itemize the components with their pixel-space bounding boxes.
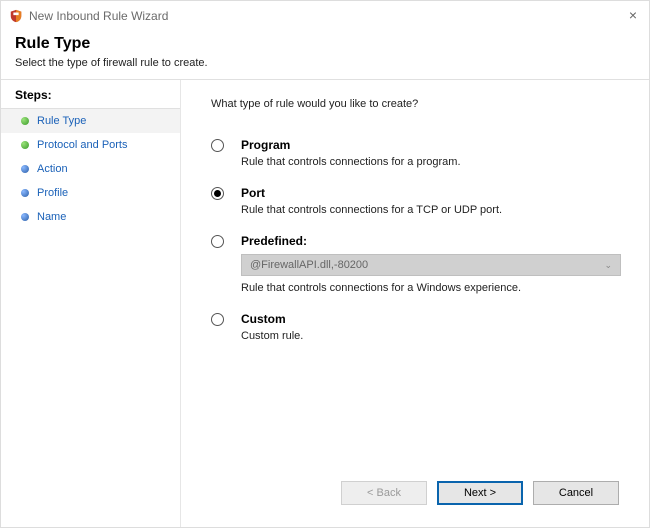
option-port[interactable]: Port Rule that controls connections for … — [211, 186, 625, 216]
cancel-button[interactable]: Cancel — [533, 481, 619, 505]
window-title: New Inbound Rule Wizard — [29, 9, 168, 23]
step-label: Action — [37, 163, 68, 175]
option-title: Port — [241, 186, 625, 200]
wizard-footer: < Back Next > Cancel — [211, 471, 625, 515]
option-desc: Rule that controls connections for a pro… — [241, 156, 625, 168]
option-custom[interactable]: Custom Custom rule. — [211, 312, 625, 342]
step-profile[interactable]: Profile — [1, 181, 180, 205]
wizard-header: Rule Type Select the type of firewall ru… — [1, 31, 649, 79]
chevron-down-icon: ⌄ — [604, 260, 612, 271]
page-title: Rule Type — [15, 35, 635, 53]
step-label: Protocol and Ports — [37, 139, 128, 151]
page-subtitle: Select the type of firewall rule to crea… — [15, 57, 635, 69]
option-desc: Rule that controls connections for a TCP… — [241, 204, 625, 216]
radio-predefined[interactable] — [211, 235, 224, 248]
option-title: Program — [241, 138, 625, 152]
option-desc: Custom rule. — [241, 330, 625, 342]
step-action[interactable]: Action — [1, 157, 180, 181]
option-title: Custom — [241, 312, 625, 326]
steps-sidebar: Steps: Rule Type Protocol and Ports Acti… — [1, 80, 181, 527]
shield-icon — [9, 9, 23, 23]
prompt-text: What type of rule would you like to crea… — [211, 98, 625, 110]
radio-program[interactable] — [211, 139, 224, 152]
wizard-body: Steps: Rule Type Protocol and Ports Acti… — [1, 80, 649, 527]
step-label: Profile — [37, 187, 68, 199]
step-name[interactable]: Name — [1, 205, 180, 229]
option-predefined[interactable]: Predefined: @FirewallAPI.dll,-80200 ⌄ Ru… — [211, 234, 625, 294]
radio-port[interactable] — [211, 187, 224, 200]
content-pane: What type of rule would you like to crea… — [181, 80, 649, 527]
option-title: Predefined: — [241, 234, 625, 248]
step-rule-type[interactable]: Rule Type — [1, 109, 180, 133]
close-icon[interactable]: × — [629, 7, 637, 23]
option-desc: Rule that controls connections for a Win… — [241, 282, 625, 294]
step-label: Rule Type — [37, 115, 86, 127]
step-label: Name — [37, 211, 66, 223]
bullet-icon — [21, 117, 29, 125]
title-bar: New Inbound Rule Wizard × — [1, 1, 649, 31]
bullet-icon — [21, 189, 29, 197]
predefined-combo: @FirewallAPI.dll,-80200 ⌄ — [241, 254, 621, 276]
wizard-window: New Inbound Rule Wizard × Rule Type Sele… — [0, 0, 650, 528]
step-protocol-and-ports[interactable]: Protocol and Ports — [1, 133, 180, 157]
back-button: < Back — [341, 481, 427, 505]
radio-custom[interactable] — [211, 313, 224, 326]
option-program[interactable]: Program Rule that controls connections f… — [211, 138, 625, 168]
steps-heading: Steps: — [1, 88, 180, 109]
combo-value: @FirewallAPI.dll,-80200 — [250, 259, 368, 271]
next-button[interactable]: Next > — [437, 481, 523, 505]
bullet-icon — [21, 141, 29, 149]
bullet-icon — [21, 213, 29, 221]
bullet-icon — [21, 165, 29, 173]
